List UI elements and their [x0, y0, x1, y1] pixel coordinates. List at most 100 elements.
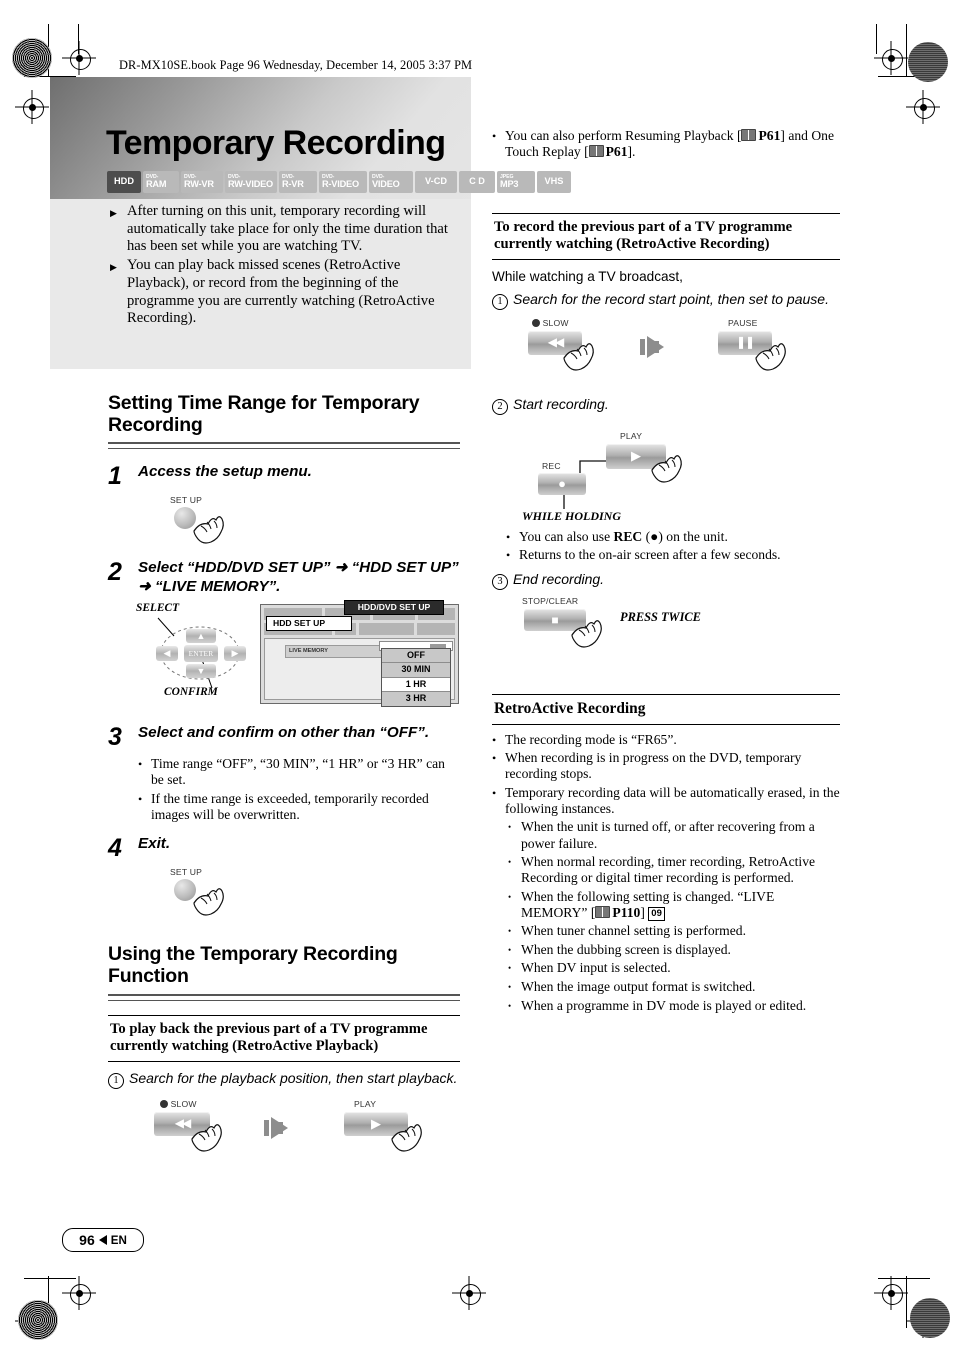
hand-pointer-icon [193, 888, 224, 916]
play-button-label: PLAY [354, 1098, 377, 1109]
media-badge-hdd: HDD [107, 171, 141, 193]
setup-button-label: SET UP [170, 867, 203, 878]
rec-play-artwork: PLAY ▶ REC ● WHILE HOLDING [492, 421, 840, 523]
bullet-dot: • [492, 785, 497, 800]
bullet-dot: • [138, 791, 143, 806]
slow-button-label: SLOW [160, 1099, 197, 1109]
dpad-down-button[interactable]: ▼ [186, 663, 216, 678]
intro-bullet: ▶ After turning on this unit, temporary r… [110, 203, 465, 256]
sub-bullet-dot: • [508, 963, 512, 974]
intro-bullet: ▶ You can play back missed scenes (RetroA… [110, 257, 465, 328]
stop-icon: ■ [551, 612, 559, 627]
dpad-enter-button[interactable]: ENTER [184, 644, 218, 662]
step-number: 4 [108, 834, 122, 863]
bullet-dot: • [506, 529, 511, 544]
media-badge-ram: DVD- RAM [143, 171, 179, 193]
dpad-left-button[interactable]: ◀ [156, 645, 178, 661]
badge-label: R-VR [282, 178, 304, 189]
bullet-text: When tuner channel setting is performed. [521, 923, 746, 939]
badge-label: RW-VIDEO [228, 178, 274, 189]
top-bullets: • You can also perform Resuming Playback… [492, 128, 840, 161]
registration-mark [874, 41, 908, 75]
bullet-item: • When recording is in progress on the DV… [492, 750, 840, 783]
step-1: 1 Access the setup menu. [108, 463, 460, 489]
sub-bullet-dot: • [508, 944, 512, 955]
badge-label: HDD [114, 176, 134, 187]
bullet-item: • When normal recording, timer recording,… [508, 854, 840, 887]
halftone-dot [908, 42, 948, 82]
flow-arrow-icon [264, 1116, 298, 1139]
hand-pointer-icon [193, 516, 224, 545]
intro-bullet-text: You can play back missed scenes (RetroAc… [127, 257, 435, 327]
step2-artwork: SELECT CONFIRM ▲ ▼ ◀ ▶ ENTER LIVE MEMORY… [108, 599, 460, 714]
slow-button-label: SLOW [532, 318, 569, 328]
bullet-item: • If the time range is exceeded, temporar… [138, 791, 456, 824]
pause-button-label: PAUSE [728, 317, 758, 328]
bullet-text: When DV input is selected. [521, 960, 671, 976]
play-icon: ▶ [631, 448, 641, 464]
step-text: End recording. [513, 571, 605, 588]
bullet-text: You can also perform Resuming Playback [… [505, 128, 834, 160]
menu-option-off[interactable]: OFF [382, 648, 450, 664]
bullet-item: • When the following setting is changed. … [508, 889, 840, 922]
stop-artwork: STOP/CLEAR ■ PRESS TWICE [510, 596, 840, 658]
bullet-item: • When tuner channel setting is performed… [508, 923, 840, 940]
bullet-dot: • [492, 751, 497, 766]
live-memory-label: LIVE MEMORY [289, 647, 328, 654]
bullet-item: • Temporary recording data will be automa… [492, 785, 840, 818]
intro-bullets: ▶ After turning on this unit, temporary r… [110, 203, 465, 329]
subsection-recording: To record the previous part of a TV prog… [492, 212, 840, 260]
badge-label: V-CD [425, 176, 447, 187]
bullet-dot: • [138, 756, 143, 771]
live-memory-option-list[interactable]: OFF 30 MIN 1 HR 3 HR [381, 647, 451, 707]
bullet-text: The recording mode is “FR65”. [505, 731, 677, 747]
bullet-item: • Returns to the on-air screen after a f… [506, 547, 840, 563]
step-text: Search for the record start point, then … [513, 290, 829, 307]
record-step-2: 2 Start recording. [492, 396, 840, 415]
step-text: Search for the playback position, then s… [129, 1069, 458, 1086]
dpad-up-button[interactable]: ▲ [186, 628, 216, 643]
bullet-text: When the image output format is switched… [521, 979, 756, 995]
live-memory-row[interactable]: LIVE MEMORY [285, 644, 383, 658]
enter-label: ENTER [188, 648, 214, 658]
step-text: Start recording. [513, 395, 609, 412]
book-icon [595, 905, 611, 918]
bullet-text: You can also use REC (●) on the unit. [519, 528, 728, 544]
slow-mark-icon [160, 1099, 168, 1108]
menu-option-1-hr[interactable]: 1 HR [382, 677, 450, 693]
menu-option-3-hr[interactable]: 3 HR [382, 692, 450, 706]
triangle-bullet-icon: ▶ [110, 262, 117, 273]
dpad-right-button[interactable]: ▶ [224, 645, 246, 661]
hand-pointer-icon [651, 454, 682, 483]
media-badge-rw-video: DVD- RW-VIDEO [225, 171, 277, 193]
bullet-item: • When the image output format is switche… [508, 979, 840, 996]
callout-hdd-setup: HDD SET UP [266, 615, 352, 631]
media-badge-c-d: C D [459, 171, 495, 193]
rec-button[interactable]: ● [538, 472, 586, 495]
bullet-text: When a programme in DV mode is played or… [521, 997, 807, 1013]
page-footer: 96 EN [62, 1228, 144, 1252]
callout-text: HDD/DVD SET UP [357, 601, 431, 612]
record-step-1: 1 Search for the record start point, the… [492, 291, 840, 310]
step-text: Select “HDD/DVD SET UP” ➜ “HDD SET UP” ➜… [138, 559, 459, 595]
step-text: Exit. [138, 835, 171, 853]
halftone-dot [12, 38, 52, 78]
hand-pointer-icon [755, 342, 786, 371]
step-4: 4 Exit. [108, 835, 460, 861]
page-ref: P110 [612, 904, 641, 920]
badge-label: R-VIDEO [322, 178, 359, 189]
bullet-item: • You can also use REC (●) on the unit. [506, 529, 840, 545]
sub-bullet-dot: • [508, 926, 512, 937]
bullet-text: When the dubbing screen is displayed. [521, 941, 731, 957]
intro-bullet-text: After turning on this unit, temporary re… [127, 203, 448, 255]
record-step-3: 3 End recording. [492, 571, 840, 591]
halftone-dot [18, 1300, 58, 1340]
left-column: Setting Time Range for Temporary Recordi… [108, 392, 460, 1177]
registration-mark [62, 1276, 96, 1310]
bullet-item: • The recording mode is “FR65”. [492, 732, 840, 748]
setup-button-art-2: SET UP [166, 867, 460, 927]
menu-option-30-min[interactable]: 30 MIN [382, 663, 450, 678]
bullet-dot: • [492, 129, 497, 143]
live-memory-text-b: ] [640, 904, 645, 920]
bullet-item: • When DV input is selected. [508, 960, 840, 977]
